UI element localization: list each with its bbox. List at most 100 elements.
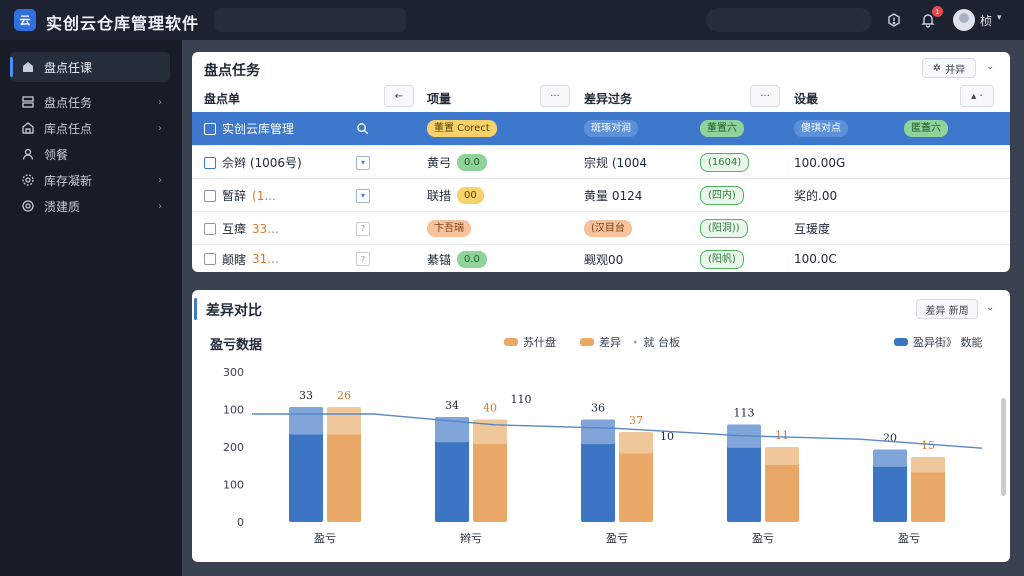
y-tick-label: 100 — [223, 479, 244, 492]
data-label: 33 — [299, 389, 313, 402]
status-badge: 匿蓋六 — [904, 120, 948, 137]
sidebar-item-inventory[interactable]: 库存凝新 › — [10, 168, 170, 192]
user-menu-chevron-icon[interactable]: ▾ — [997, 13, 1002, 23]
column-sort-button[interactable]: ← — [384, 85, 414, 107]
sidebar-item-active[interactable]: 盘点任课 — [10, 52, 170, 82]
table-row[interactable]: 实创云库管理 董置 Corect 斑琢对润 董置六 傻琪对点 匿蓋六 — [192, 112, 1010, 145]
bar-highlight — [765, 447, 799, 465]
warehouse-icon — [20, 121, 36, 135]
x-tick-label: 盈亏 — [898, 532, 920, 545]
row-checkbox[interactable] — [204, 156, 216, 169]
sidebar-item-warehouse[interactable]: 库点任点 › — [10, 116, 170, 140]
column-filter-button[interactable]: ▴ · — [960, 85, 994, 107]
global-search-input[interactable] — [214, 8, 406, 32]
data-label: 11 — [775, 429, 789, 442]
status-badge: 董置 Corect — [427, 120, 497, 137]
search-icon[interactable] — [356, 112, 369, 145]
diff-panel: 差异对比 差异 新周 ⌄ 盈亏数据 苏什盘 差异 • 就 台板 盈异街》 数能 0… — [192, 290, 1010, 562]
bar-highlight — [873, 449, 907, 467]
column-more-button[interactable]: ··· — [750, 85, 780, 107]
row-checkbox[interactable] — [204, 122, 216, 135]
top-bar: 云 实创云仓库管理软件 1 桢 ▾ — [0, 0, 1024, 40]
chevron-right-icon: › — [158, 96, 162, 108]
document-icon[interactable]: ? — [356, 252, 370, 266]
quantity-text: 綦锚 — [427, 252, 452, 267]
column-header-quantity[interactable]: 项量 — [427, 86, 451, 110]
sidebar-item-people[interactable]: 领餐 — [10, 142, 170, 166]
gear-icon — [20, 199, 36, 213]
status-badge: (阳帆) — [700, 249, 744, 269]
y-tick-label: 300 — [223, 366, 244, 379]
table-row[interactable]: 暂辞 (1... ▾ 联措 00 黄量 0124 (四内) 奖的.00 — [192, 178, 1010, 211]
document-icon[interactable]: ? — [356, 221, 370, 236]
order-name: 互瘴 — [222, 222, 247, 236]
sidebar-item-label: 溃建质 — [44, 199, 81, 214]
y-tick-label: 200 — [223, 441, 244, 454]
data-label: 20 — [883, 432, 897, 445]
row-checkbox[interactable] — [204, 189, 216, 202]
trend-line — [252, 413, 983, 449]
y-tick-label: 0 — [237, 516, 244, 529]
app-title: 实创云仓库管理软件 — [46, 14, 200, 33]
settings-icon — [20, 173, 36, 187]
status-badge: 00 — [457, 187, 484, 204]
bar-highlight — [911, 457, 945, 473]
sidebar-item-label: 库点任点 — [44, 121, 93, 136]
document-icon[interactable]: ▾ — [356, 188, 370, 203]
order-code: 33... — [252, 221, 279, 236]
quantity-text: 联措 — [427, 189, 452, 203]
order-name: 佘辫 (1006号) — [222, 156, 302, 170]
chevron-right-icon: › — [158, 200, 162, 212]
user-name[interactable]: 桢 — [980, 12, 992, 29]
x-tick-label: 盈亏 — [752, 532, 774, 545]
bar-highlight — [619, 432, 653, 454]
order-code: 31... — [252, 252, 279, 266]
data-label: 15 — [921, 439, 935, 452]
status-badge: 0.0 — [457, 154, 487, 171]
chevron-right-icon: › — [158, 174, 162, 186]
status-badge: 0.0 — [457, 250, 487, 268]
x-tick-label: 盈亏 — [606, 532, 628, 545]
task-panel-title: 盘点任务 — [204, 63, 260, 79]
x-tick-label: 盈亏 — [314, 532, 336, 545]
notification-badge: 1 — [932, 6, 943, 17]
status-badge: (四内) — [700, 186, 744, 205]
data-label: 26 — [337, 389, 351, 402]
row-checkbox[interactable] — [204, 253, 216, 265]
sidebar-item-label: 领餐 — [44, 147, 69, 162]
document-icon[interactable]: ▾ — [356, 155, 370, 170]
column-header-setting[interactable]: 设最 — [794, 86, 818, 110]
status-badge: (汉目台 — [584, 220, 632, 237]
app-logo-icon[interactable]: 云 — [14, 9, 36, 31]
merge-button[interactable]: ✲ 并异 — [922, 58, 976, 78]
table-row[interactable]: 佘辫 (1006号) ▾ 黄弓 0.0 宗规 (1004 (1604) 100.0… — [192, 145, 1010, 178]
user-avatar[interactable] — [953, 9, 975, 31]
data-label: 34 — [445, 399, 459, 412]
chevron-right-icon: › — [158, 122, 162, 134]
bar-chart: 0 100 200 100 300 33 26 盈亏 34 40 辫亏 36 37 盈亏 113 11 盈亏 20… — [223, 366, 983, 545]
sidebar-item-label: 库存凝新 — [44, 173, 93, 188]
chart-scrollbar[interactable] — [1001, 398, 1006, 496]
data-label: 40 — [483, 402, 497, 415]
x-tick-label: 辫亏 — [460, 531, 482, 545]
diff-text: 黄量 0124 — [584, 189, 643, 203]
sidebar: 盘点任课 盘点任务 › 库点任点 › 领餐 库存凝新 › 溃建质 › — [0, 40, 182, 576]
table-row[interactable]: 互瘴 33... ? 卞吾瑞 (汉目台 (阳洞)) 互瑗度 — [192, 211, 1010, 244]
alert-icon[interactable] — [884, 10, 904, 30]
bar-highlight — [327, 407, 361, 435]
status-badge: (1604) — [700, 153, 750, 172]
row-checkbox[interactable] — [204, 222, 216, 235]
table-row[interactable]: 颠瞎 31... ? 綦锚 0.0 觋观00 (阳帆) 100.0C — [192, 244, 1010, 272]
collapse-chevron-icon[interactable]: ⌄ — [986, 61, 994, 72]
column-header-order[interactable]: 盘点单 — [204, 86, 240, 110]
status-badge: 傻琪对点 — [794, 120, 848, 137]
sidebar-item-tasks[interactable]: 盘点任务 › — [10, 90, 170, 114]
sidebar-item-config[interactable]: 溃建质 › — [10, 194, 170, 218]
inbox-icon — [20, 60, 36, 74]
column-header-diff[interactable]: 差异过务 — [584, 86, 632, 110]
column-more-button[interactable]: ··· — [540, 85, 570, 107]
notification-bell-icon[interactable]: 1 — [918, 6, 943, 30]
secondary-search-input[interactable] — [706, 8, 872, 32]
setting-value: 互瑗度 — [794, 222, 831, 236]
data-label: 36 — [591, 402, 605, 415]
